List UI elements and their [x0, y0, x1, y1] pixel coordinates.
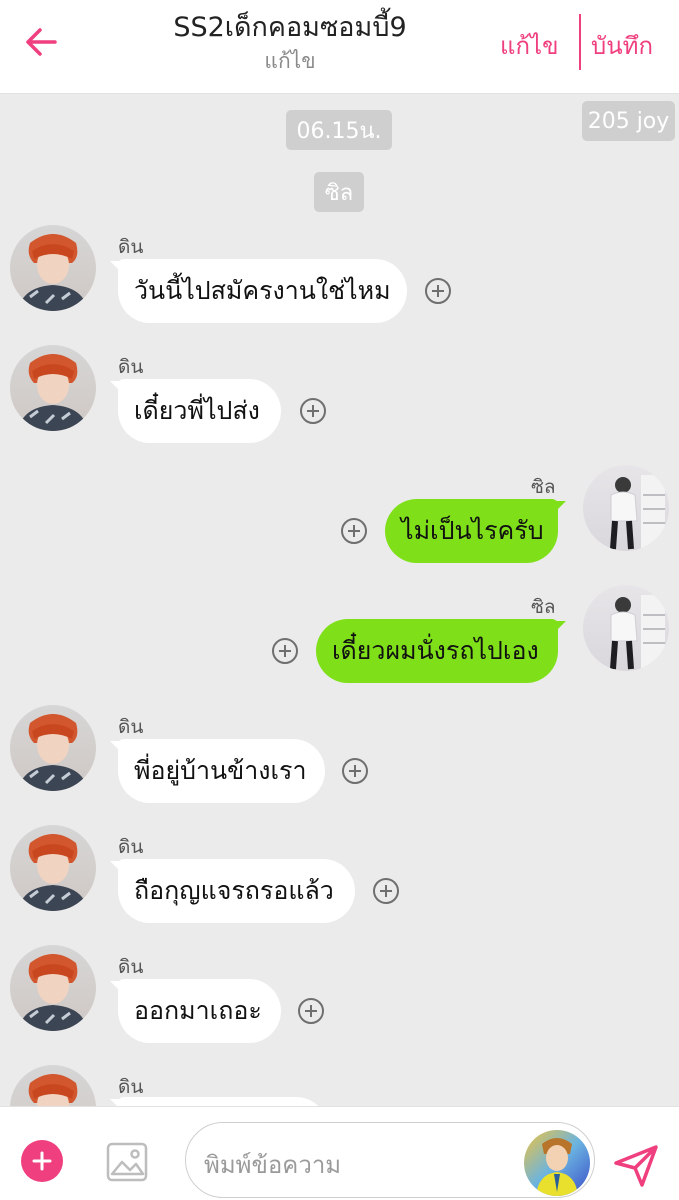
reply-plus-button[interactable] [298, 998, 324, 1024]
sender-name: ดิน [118, 836, 144, 858]
plus-icon [307, 405, 319, 417]
sender-name: ดิน [118, 236, 144, 258]
sender-name: ซิล [531, 596, 556, 618]
reply-plus-button[interactable] [341, 518, 367, 544]
avatar-din[interactable] [10, 345, 96, 431]
person-photo-icon [610, 475, 665, 551]
save-button[interactable]: บันทึก [591, 26, 653, 65]
reply-plus-button[interactable] [272, 638, 298, 664]
plus-icon [432, 285, 444, 297]
message-bubble[interactable]: เดี๋ยวผมนั่งรถไปเอง [316, 619, 566, 683]
title-block: SS2เด็กคอมซอมบี้9 แก้ไข [120, 10, 460, 76]
edit-button[interactable]: แก้ไข [500, 26, 558, 65]
message-bubble[interactable]: พี่อยู่บ้านข้างเรา [110, 739, 325, 803]
person-photo-icon [18, 354, 88, 431]
avatar-sil[interactable] [583, 585, 669, 671]
image-button[interactable] [106, 1142, 148, 1182]
add-button[interactable] [21, 1140, 63, 1182]
sender-name: ซิล [531, 476, 556, 498]
joy-count-chip: 205 joy [582, 101, 675, 141]
back-button[interactable] [18, 22, 64, 62]
avatar-din[interactable] [10, 945, 96, 1031]
chat-title: SS2เด็กคอมซอมบี้9 [173, 12, 407, 43]
avatar-din[interactable] [10, 825, 96, 911]
reply-plus-button[interactable] [373, 878, 399, 904]
message-bubble[interactable]: ไม่เป็นไรครับ [385, 499, 566, 563]
avatar-din[interactable] [10, 225, 96, 311]
message-bubble[interactable]: วันนี้ไปสมัครงานใช่ไหม [110, 259, 407, 323]
send-icon [614, 1145, 658, 1187]
header-divider [579, 14, 581, 70]
image-icon [106, 1142, 148, 1182]
chat-subtitle: แก้ไข [264, 49, 316, 73]
person-photo-icon [18, 714, 88, 791]
character-sticker-button[interactable] [524, 1130, 590, 1196]
chat-header: SS2เด็กคอมซอมบี้9 แก้ไข แก้ไข บันทึก [0, 0, 679, 94]
time-chip: 06.15น. [286, 110, 392, 150]
person-photo-icon [18, 834, 88, 911]
composer-bar: พิมพ์ข้อความ [0, 1106, 679, 1200]
plus-icon [349, 765, 361, 777]
person-photo-icon [18, 954, 88, 1031]
arrow-left-icon [26, 28, 57, 56]
person-photo-icon [610, 595, 665, 671]
plus-icon [348, 525, 360, 537]
sender-name: ดิน [118, 956, 144, 978]
message-bubble[interactable]: ออกมาเถอะ [110, 979, 281, 1043]
avatar-din[interactable] [10, 705, 96, 791]
plus-icon [279, 645, 291, 657]
plus-icon [305, 1005, 317, 1017]
reply-plus-button[interactable] [342, 758, 368, 784]
reply-plus-button[interactable] [300, 398, 326, 424]
avatar-sil[interactable] [583, 465, 669, 551]
plus-icon [380, 885, 392, 897]
message-placeholder: พิมพ์ข้อความ [204, 1151, 342, 1179]
message-bubble[interactable]: เดี๋ยวพี่ไปส่ง [110, 379, 281, 443]
plus-circle-icon [32, 1151, 52, 1171]
message-bubble[interactable]: ถือกุญแจรถรอแล้ว [110, 859, 355, 923]
sender-name: ดิน [118, 716, 144, 738]
reply-plus-button[interactable] [425, 278, 451, 304]
character-icon [536, 1138, 578, 1196]
sender-name: ดิน [118, 356, 144, 378]
speaker-chip: ซิล [314, 172, 364, 212]
person-photo-icon [18, 234, 88, 311]
send-button[interactable] [612, 1141, 660, 1189]
